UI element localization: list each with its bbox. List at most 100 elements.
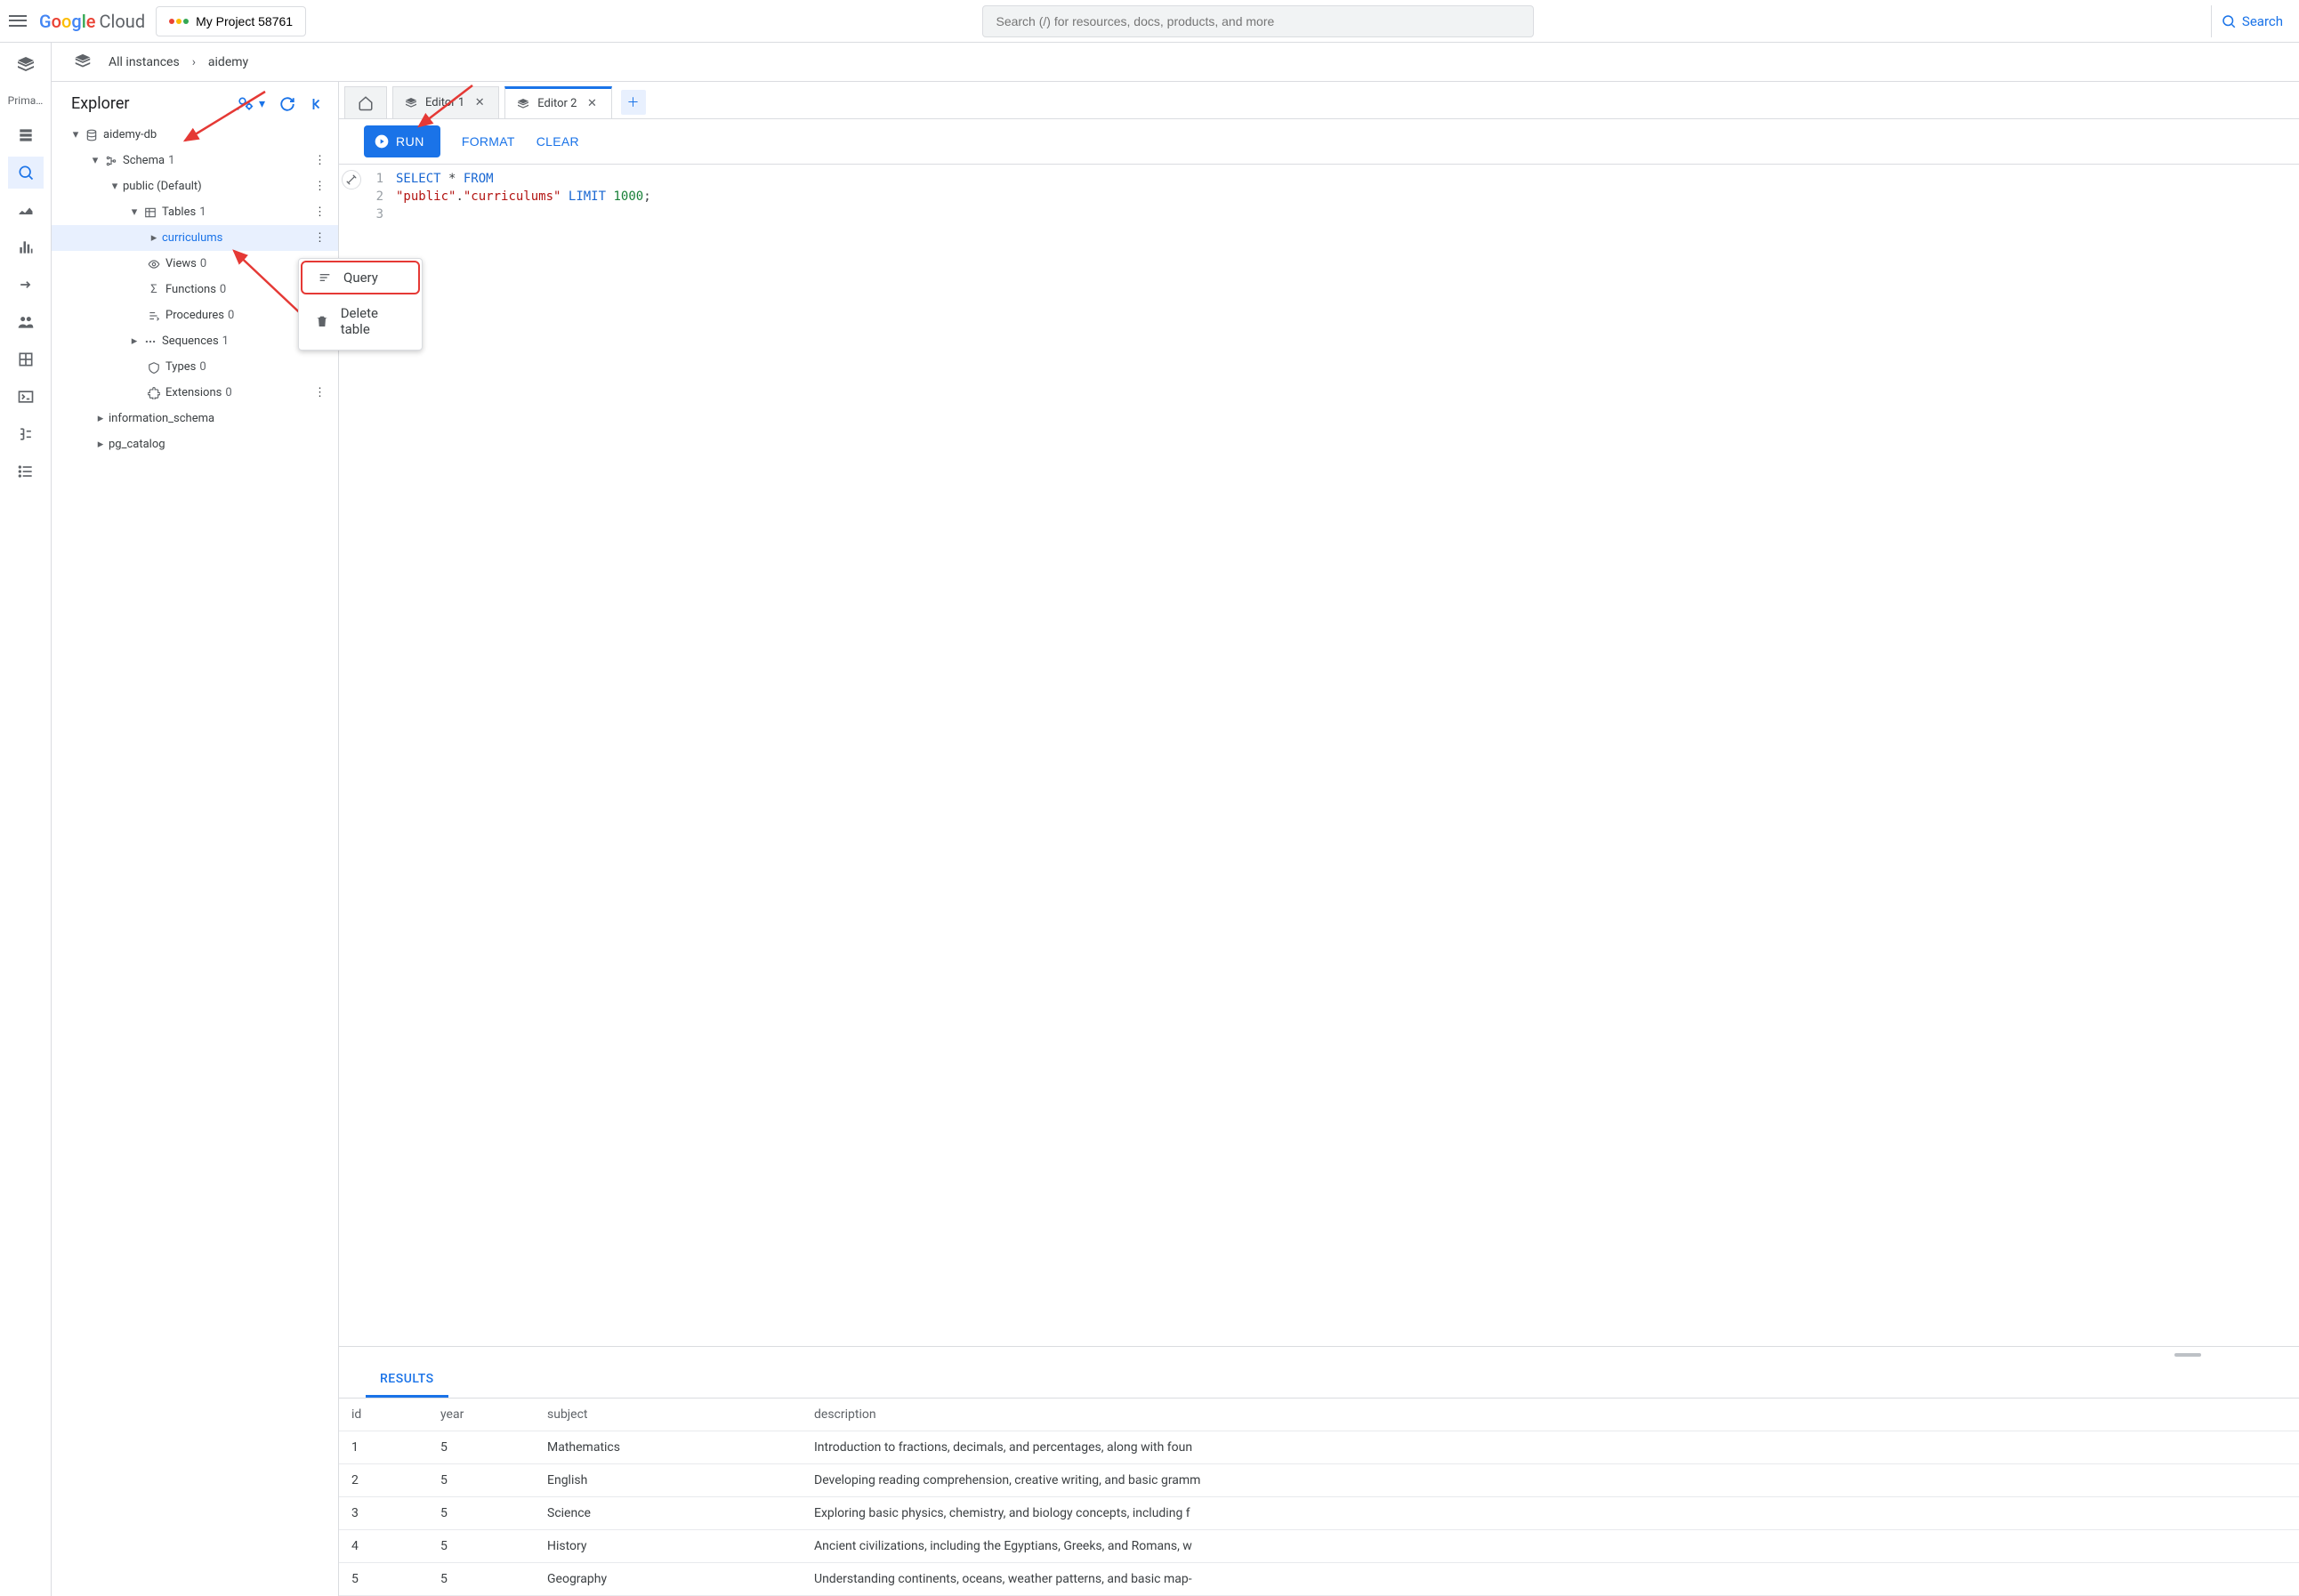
- rail-monitor-icon[interactable]: [8, 194, 44, 226]
- topbar: Google Cloud My Project 58761 Search: [0, 0, 2299, 43]
- results-panel: RESULTS id year subject description 15Ma…: [339, 1346, 2299, 1596]
- collapse-panel-icon[interactable]: [310, 96, 326, 112]
- new-tab-button[interactable]: ＋: [621, 90, 646, 115]
- tree-table-curriculums[interactable]: ▸ curriculums ⋮: [52, 225, 338, 251]
- chevron-right-icon: ›: [192, 55, 196, 69]
- tree-info-schema[interactable]: ▸ information_schema: [52, 406, 338, 431]
- tab-home[interactable]: [344, 86, 387, 118]
- google-wordmark: Google: [39, 11, 96, 32]
- col-year[interactable]: year: [428, 1399, 535, 1431]
- explorer-tree: ▾ aidemy-db ▾ Schema 1 ⋮ ▾ public (Defau…: [52, 122, 338, 1596]
- home-icon: [358, 95, 374, 111]
- sql-editor[interactable]: 1SELECT * FROM 2 "public"."curriculums" …: [339, 164, 2299, 466]
- more-icon[interactable]: ⋮: [314, 180, 326, 193]
- tab-editor-1[interactable]: Editor 1 ✕: [392, 86, 499, 118]
- rail-metrics-icon[interactable]: [8, 231, 44, 263]
- expand-icon: ▸: [146, 231, 162, 245]
- more-icon[interactable]: ⋮: [314, 231, 326, 245]
- schema-icon: [103, 155, 119, 167]
- expand-icon: ▸: [126, 335, 142, 348]
- tree-views[interactable]: Views 0: [52, 251, 338, 277]
- col-subject[interactable]: subject: [535, 1399, 802, 1431]
- views-icon: [146, 258, 162, 270]
- rail-overview-icon[interactable]: [8, 119, 44, 151]
- more-icon[interactable]: ⋮: [314, 154, 326, 167]
- hamburger-menu-icon[interactable]: [7, 11, 28, 32]
- expand-icon: ▾: [126, 206, 142, 219]
- extensions-icon: [146, 387, 162, 399]
- rail-list-icon[interactable]: [8, 455, 44, 488]
- project-picker-button[interactable]: My Project 58761: [156, 6, 306, 36]
- explorer-panel: Explorer ▾ ▾ aidemy-db ▾: [52, 82, 339, 1596]
- project-name: My Project 58761: [196, 14, 293, 28]
- rail-studio-icon[interactable]: [8, 157, 44, 189]
- dropdown-caret-icon[interactable]: ▾: [259, 97, 265, 111]
- editor-tabs: Editor 1 ✕ Editor 2 ✕ ＋: [339, 82, 2299, 119]
- rail-users-icon[interactable]: [8, 306, 44, 338]
- tree-pg-catalog[interactable]: ▸ pg_catalog: [52, 431, 338, 457]
- col-id[interactable]: id: [339, 1399, 428, 1431]
- breadcrumb-all-instances[interactable]: All instances: [109, 55, 180, 69]
- sequences-icon: [142, 335, 158, 348]
- procedures-icon: [146, 310, 162, 322]
- trash-icon: [315, 314, 330, 328]
- ai-assist-icon[interactable]: [342, 170, 361, 189]
- table-icon: [142, 206, 158, 219]
- play-icon: [375, 134, 389, 149]
- manage-users-icon[interactable]: [236, 95, 254, 113]
- close-icon[interactable]: ✕: [472, 95, 488, 111]
- rail-terminal-icon[interactable]: [8, 381, 44, 413]
- rail-import-icon[interactable]: [8, 269, 44, 301]
- table-row[interactable]: 45HistoryAncient civilizations, includin…: [339, 1530, 2299, 1563]
- tree-sequences[interactable]: ▸ Sequences 1 ⋮: [52, 328, 338, 354]
- tree-database[interactable]: ▾ aidemy-db: [52, 122, 338, 148]
- format-button[interactable]: FORMAT: [462, 134, 515, 149]
- functions-icon: Σ: [146, 283, 162, 296]
- expand-icon: ▸: [93, 438, 109, 451]
- results-tab[interactable]: RESULTS: [366, 1363, 448, 1398]
- tab-editor-2[interactable]: Editor 2 ✕: [504, 86, 611, 118]
- ctx-query[interactable]: Query: [301, 261, 420, 294]
- expand-icon: ▾: [87, 154, 103, 167]
- editor-toolbar: RUN FORMAT CLEAR: [339, 119, 2299, 164]
- more-icon[interactable]: ⋮: [314, 386, 326, 399]
- table-row[interactable]: 35ScienceExploring basic physics, chemis…: [339, 1497, 2299, 1530]
- search-icon: [2221, 13, 2237, 29]
- table-row[interactable]: 15MathematicsIntroduction to fractions, …: [339, 1431, 2299, 1464]
- search-input[interactable]: [982, 5, 1534, 37]
- run-button[interactable]: RUN: [364, 125, 440, 157]
- search-button[interactable]: Search: [2211, 5, 2292, 37]
- tree-tables[interactable]: ▾ Tables 1 ⋮: [52, 199, 338, 225]
- refresh-icon[interactable]: [279, 96, 295, 112]
- drag-handle[interactable]: [339, 1347, 2299, 1363]
- project-dots-icon: [169, 19, 189, 24]
- database-icon: [84, 129, 100, 141]
- table-row[interactable]: 55GeographyUnderstanding continents, oce…: [339, 1563, 2299, 1596]
- expand-icon: ▾: [107, 180, 123, 193]
- tree-functions[interactable]: Σ Functions 0: [52, 277, 338, 302]
- tree-extensions[interactable]: Extensions 0 ⋮: [52, 380, 338, 406]
- breadcrumb-stack-icon: [73, 52, 93, 72]
- clear-button[interactable]: CLEAR: [536, 134, 579, 149]
- ctx-delete-table[interactable]: Delete table: [299, 296, 422, 346]
- tree-types[interactable]: Types 0: [52, 354, 338, 380]
- tree-procedures[interactable]: Procedures 0: [52, 302, 338, 328]
- stack-icon: [516, 97, 530, 111]
- service-stack-icon[interactable]: [7, 48, 44, 84]
- tree-schema[interactable]: ▾ Schema 1 ⋮: [52, 148, 338, 173]
- stack-icon: [404, 96, 418, 110]
- col-description[interactable]: description: [802, 1399, 2299, 1431]
- gcp-logo[interactable]: Google Cloud: [39, 11, 145, 32]
- tree-public-schema[interactable]: ▾ public (Default) ⋮: [52, 173, 338, 199]
- close-icon[interactable]: ✕: [585, 96, 601, 112]
- rail-storage-icon[interactable]: [8, 343, 44, 375]
- editor-area: Editor 1 ✕ Editor 2 ✕ ＋ RUN FORM: [339, 82, 2299, 1596]
- cloud-word: Cloud: [100, 11, 146, 32]
- table-row[interactable]: 25EnglishDeveloping reading comprehensio…: [339, 1464, 2299, 1497]
- more-icon[interactable]: ⋮: [314, 206, 326, 219]
- rail-tree-icon[interactable]: [8, 418, 44, 450]
- query-icon: [317, 270, 333, 285]
- search-wrap: [317, 5, 2200, 37]
- results-table: id year subject description 15Mathematic…: [339, 1399, 2299, 1596]
- breadcrumb: All instances › aidemy: [52, 43, 2299, 82]
